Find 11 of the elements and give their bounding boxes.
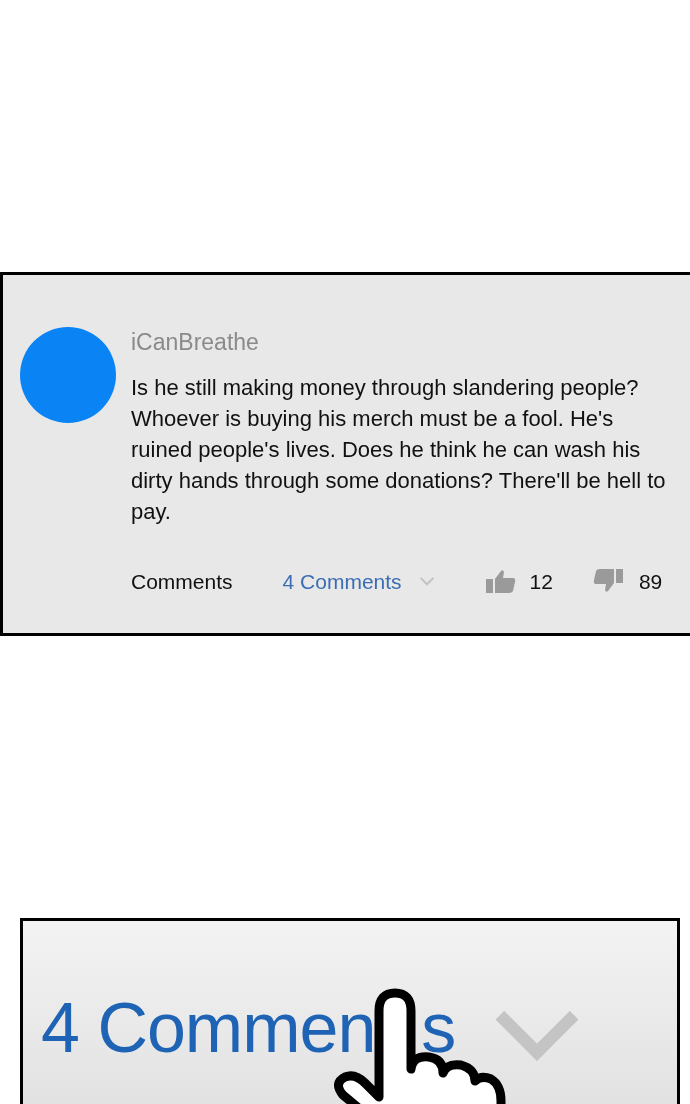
like-count: 12 [529,568,553,595]
comments-link[interactable]: 4 Commen [41,983,376,1073]
comment-author: iCanBreathe [131,328,260,357]
chevron-down-icon [419,576,434,586]
thumbs-down-icon[interactable] [592,569,623,594]
chevron-down-icon [496,1011,579,1061]
comment-text: Is he still making money through slandering people? Whoever is buying his merch must be a fool. He's ruined people's lives. Does he think he can wash his dirty hands through some donations? There'll be hell to pay. [131,373,667,526]
comments-link[interactable]: 4 Comments [282,565,402,597]
comments-label: Comments [131,568,233,595]
thumbs-up-icon[interactable] [485,569,516,594]
dislike-count: 89 [638,568,663,595]
